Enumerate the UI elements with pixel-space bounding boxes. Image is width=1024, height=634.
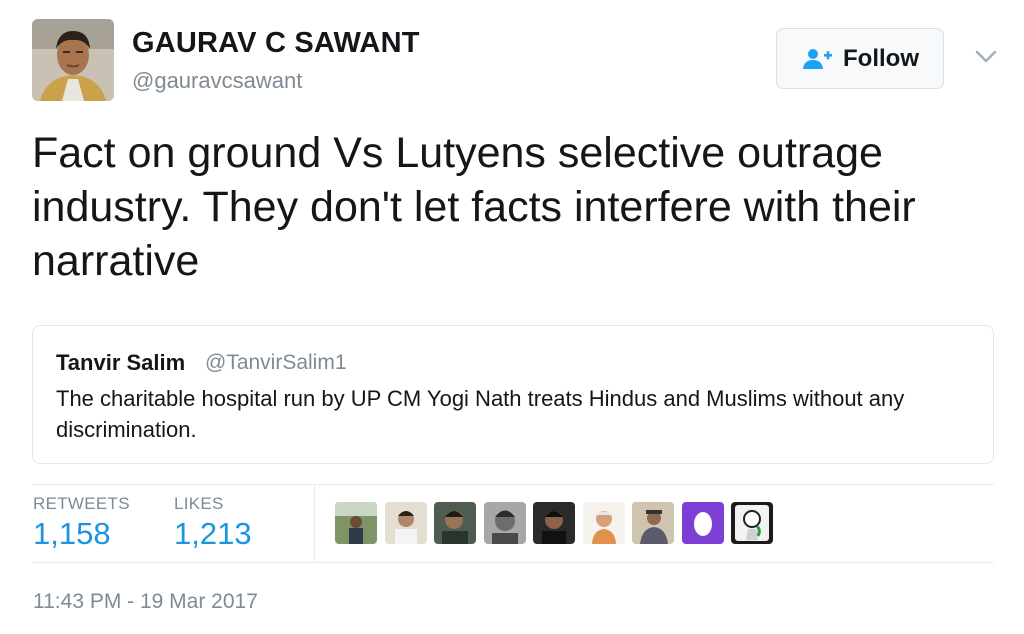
follow-button-label: Follow	[843, 44, 919, 72]
follow-button[interactable]: Follow	[776, 28, 944, 89]
liker-avatar-4[interactable]	[483, 502, 526, 544]
liker-avatars	[335, 502, 773, 544]
author-avatar[interactable]	[32, 19, 114, 101]
quoted-author-handle: @TanvirSalim1	[205, 351, 347, 374]
avatar-photo	[32, 19, 114, 101]
tweet-timestamp[interactable]: 11:43 PM - 19 Mar 2017	[33, 590, 258, 614]
liker-avatar-1[interactable]	[335, 502, 377, 544]
tweet-text: Fact on ground Vs Lutyens selective outr…	[32, 129, 916, 285]
likes-count[interactable]: 1,213	[174, 516, 252, 552]
retweets-count[interactable]: 1,158	[33, 516, 111, 552]
liker-avatar-8[interactable]	[681, 502, 724, 544]
liker-avatar-6[interactable]	[582, 502, 625, 544]
stats-bottom-divider	[32, 562, 994, 563]
liker-avatar-7[interactable]	[632, 502, 674, 544]
add-person-icon	[803, 48, 832, 69]
tweet-menu-button[interactable]	[972, 44, 1000, 68]
stats-top-divider	[32, 484, 994, 485]
author-display-name[interactable]: GAURAV C SAWANT	[132, 27, 420, 60]
likes-label: LIKES	[174, 494, 224, 513]
retweets-label: RETWEETS	[33, 494, 130, 513]
liker-avatar-2[interactable]	[384, 502, 427, 544]
liker-avatar-9[interactable]	[731, 502, 773, 544]
stats-vertical-divider	[314, 484, 315, 562]
liker-avatar-3[interactable]	[434, 502, 476, 544]
author-handle[interactable]: @gauravcsawant	[132, 68, 302, 94]
quoted-tweet[interactable]: Tanvir Salim @TanvirSalim1 The charitabl…	[32, 325, 994, 464]
liker-avatar-5[interactable]	[533, 502, 575, 544]
chevron-down-icon	[975, 50, 997, 63]
quoted-tweet-text: The charitable hospital run by UP CM Yog…	[56, 386, 905, 442]
quoted-author-name: Tanvir Salim	[56, 350, 186, 375]
